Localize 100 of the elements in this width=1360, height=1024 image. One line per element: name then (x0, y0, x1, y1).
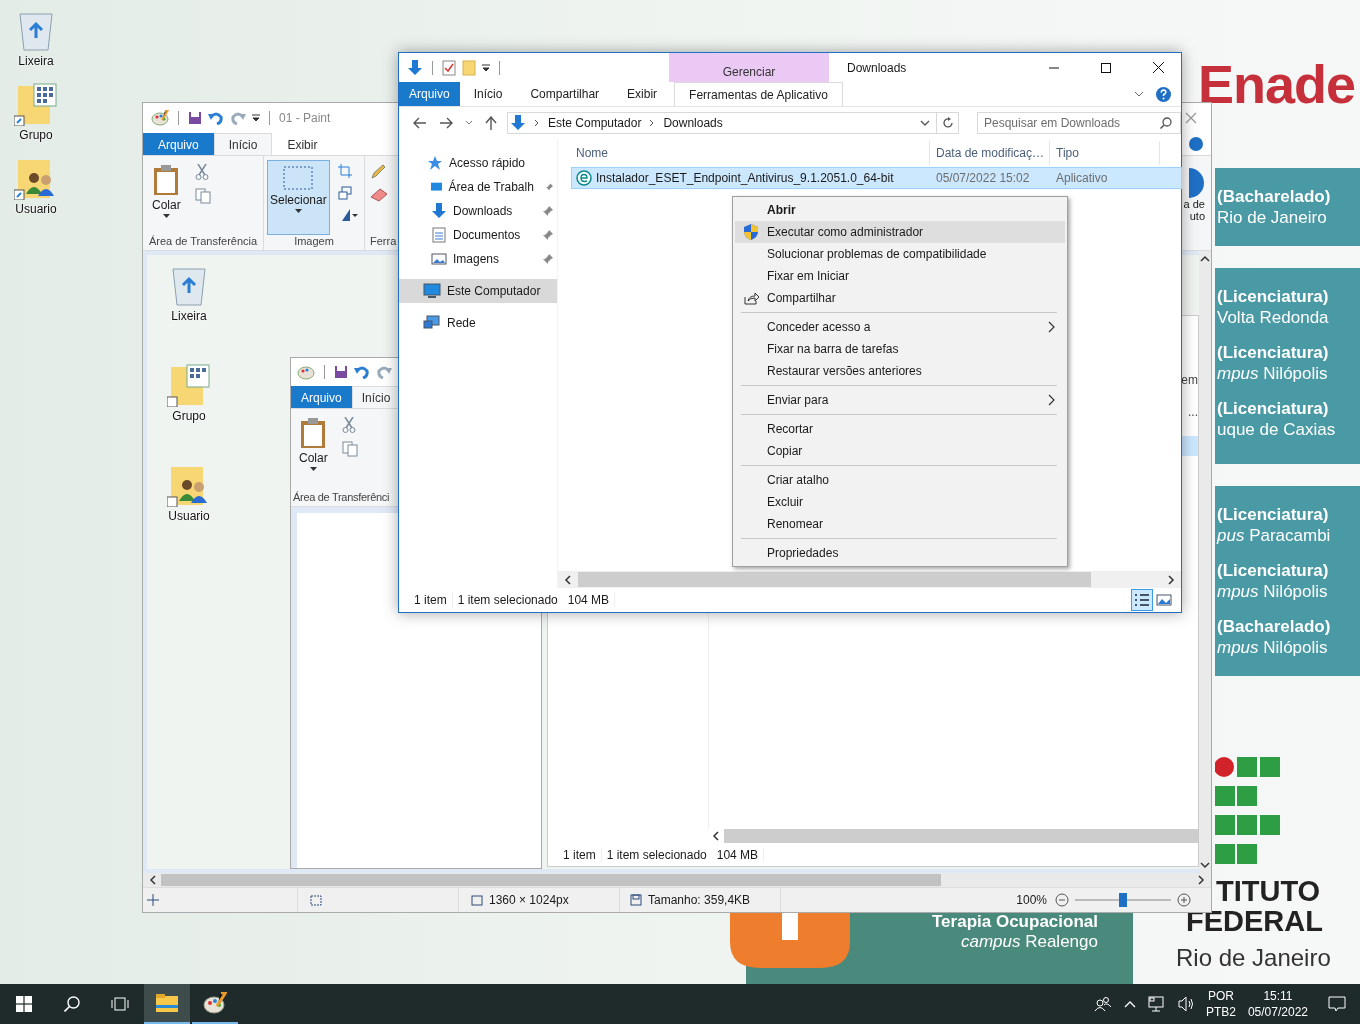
column-header[interactable]: Tipo (1050, 141, 1160, 165)
details-view-button[interactable] (1131, 589, 1153, 611)
breadcrumb[interactable]: Este Computador (548, 116, 642, 130)
ribbon-tab[interactable]: Compartilhar (516, 82, 614, 106)
menu-item[interactable]: Recortar (735, 418, 1065, 440)
address-bar[interactable]: Este Computador Downloads (507, 112, 937, 134)
scroll-right-icon[interactable] (1167, 574, 1175, 585)
eraser-icon[interactable] (370, 188, 388, 202)
save-icon[interactable] (188, 111, 202, 125)
pencil-icon[interactable] (370, 164, 386, 180)
ribbon-tab[interactable]: Arquivo (399, 82, 460, 106)
image-dimensions: 1360 × 1024px (489, 893, 569, 907)
scrollbar-thumb[interactable] (161, 874, 941, 886)
chevron-right-icon[interactable] (534, 119, 540, 127)
menu-item[interactable]: Compartilhar (735, 287, 1065, 309)
back-arrow-icon[interactable] (413, 117, 427, 129)
chevron-right-icon (1048, 394, 1055, 406)
scrollbar-thumb[interactable] (578, 572, 1091, 587)
ribbon-tab[interactable]: Início (213, 133, 273, 155)
menu-item[interactable]: Enviar para (735, 389, 1065, 411)
scroll-left-icon[interactable] (564, 574, 572, 585)
language-indicator[interactable]: POR PTB2 (1201, 984, 1240, 1024)
nav-item[interactable]: Área de Trabalh (399, 175, 557, 199)
menu-item[interactable]: Renomear (735, 513, 1065, 535)
status-text: 1 item (409, 593, 453, 607)
nav-item[interactable]: Imagens (399, 247, 557, 271)
menu-item[interactable]: Abrir (735, 199, 1065, 221)
menu-item[interactable]: Criar atalho (735, 469, 1065, 491)
desktop-icon-label[interactable]: Usuario (15, 202, 57, 216)
paste-button[interactable]: Colar (293, 413, 334, 491)
paste-button[interactable]: Colar (146, 160, 187, 235)
ribbon-button-label[interactable]: uto (1189, 210, 1205, 222)
download-arrow-icon[interactable] (407, 59, 423, 76)
scissors-icon[interactable] (194, 164, 209, 180)
nav-item[interactable]: Acesso rápido (399, 151, 557, 175)
desktop-icon-label: Lixeira (171, 309, 207, 323)
resize-icon[interactable] (337, 186, 352, 200)
scroll-up-icon[interactable] (1200, 255, 1210, 263)
breadcrumb[interactable]: Downloads (663, 116, 723, 130)
ribbon-tab[interactable]: Exibir (272, 133, 333, 155)
desktop-icon-label[interactable]: Grupo (19, 128, 53, 142)
course-name: (Licenciatura) (1217, 342, 1330, 363)
menu-item[interactable]: Propriedades (735, 542, 1065, 564)
zoom-slider-thumb[interactable] (1119, 893, 1127, 907)
menu-item[interactable]: Executar como administrador (735, 221, 1065, 243)
properties-icon[interactable] (442, 59, 456, 76)
customize-caret-icon[interactable] (482, 63, 490, 72)
menu-item[interactable]: Fixar em Iniciar (735, 265, 1065, 287)
undo-icon[interactable] (208, 111, 224, 125)
scroll-left-icon[interactable] (149, 875, 157, 885)
help-icon[interactable] (1189, 137, 1203, 151)
star-icon (427, 155, 443, 171)
file-explorer-button[interactable] (144, 984, 190, 1024)
menu-item[interactable]: Excluir (735, 491, 1065, 513)
nav-item[interactable]: Documentos (399, 223, 557, 247)
ribbon-tab[interactable]: Início (459, 82, 517, 106)
up-arrow-icon[interactable] (485, 116, 497, 130)
column-header[interactable]: Data de modificaç… (930, 141, 1050, 165)
file-row[interactable]: Instalador_ESET_Endpoint_Antivirus_9.1.2051.0_64-bit 05/07/2022 15:02 Aplicativo (572, 168, 1181, 188)
nav-item[interactable]: Rede (399, 311, 557, 335)
search-field[interactable]: Pesquisar em Downloads (977, 112, 1181, 134)
ribbon-tab[interactable]: Exibir (613, 82, 672, 106)
select-button[interactable]: Selecionar (267, 160, 330, 235)
folder-grid-icon[interactable] (14, 82, 58, 126)
desktop-icon-label[interactable]: Lixeira (18, 54, 54, 68)
ribbon-button-label[interactable]: a de (1183, 198, 1205, 210)
menu-item[interactable]: Restaurar versões anteriores (735, 360, 1065, 382)
network-icon[interactable] (1147, 996, 1166, 1012)
chevron-down-icon[interactable] (920, 120, 930, 126)
notification-icon[interactable] (1328, 996, 1346, 1012)
speaker-icon[interactable] (1177, 996, 1196, 1012)
palette-icon[interactable] (151, 110, 169, 126)
ribbon-tab[interactable]: Arquivo (143, 133, 214, 155)
nav-item[interactable]: Este Computador (399, 279, 557, 303)
scroll-down-icon[interactable] (1200, 861, 1210, 869)
recent-caret-icon[interactable] (465, 120, 473, 126)
menu-item[interactable]: Solucionar problemas de compatibilidade (735, 243, 1065, 265)
chevron-down-icon[interactable] (1134, 91, 1144, 97)
chevron-right-icon[interactable] (649, 119, 656, 127)
menu-item[interactable]: Conceder acesso a (735, 316, 1065, 338)
menu-item[interactable]: Fixar na barra de tarefas (735, 338, 1065, 360)
column-header[interactable]: Nome (558, 141, 930, 165)
nav-item[interactable]: Downloads (399, 199, 557, 223)
ribbon-tab[interactable]: Ferramentas de Aplicativo (674, 82, 843, 106)
clock[interactable]: 15:11 05/07/2022 (1239, 984, 1316, 1024)
banner-subtitle: campus Realengo (960, 932, 1098, 952)
menu-item[interactable]: Copiar (735, 440, 1065, 462)
help-icon[interactable] (1156, 86, 1171, 102)
people-icon[interactable] (1093, 996, 1112, 1012)
zoom-out-icon[interactable] (1055, 893, 1069, 907)
selection-rectangle-icon (282, 165, 315, 191)
chevron-up-icon[interactable] (1123, 1000, 1136, 1008)
zoom-in-icon[interactable] (1177, 893, 1191, 907)
customize-caret-icon[interactable] (252, 114, 260, 122)
close-icon[interactable] (1185, 112, 1197, 124)
forward-arrow-icon[interactable] (439, 117, 453, 129)
scroll-right-icon[interactable] (1197, 875, 1205, 885)
crop-icon[interactable] (337, 164, 352, 178)
vertical-scrollbar[interactable] (1199, 251, 1211, 873)
refresh-button[interactable] (937, 112, 959, 134)
